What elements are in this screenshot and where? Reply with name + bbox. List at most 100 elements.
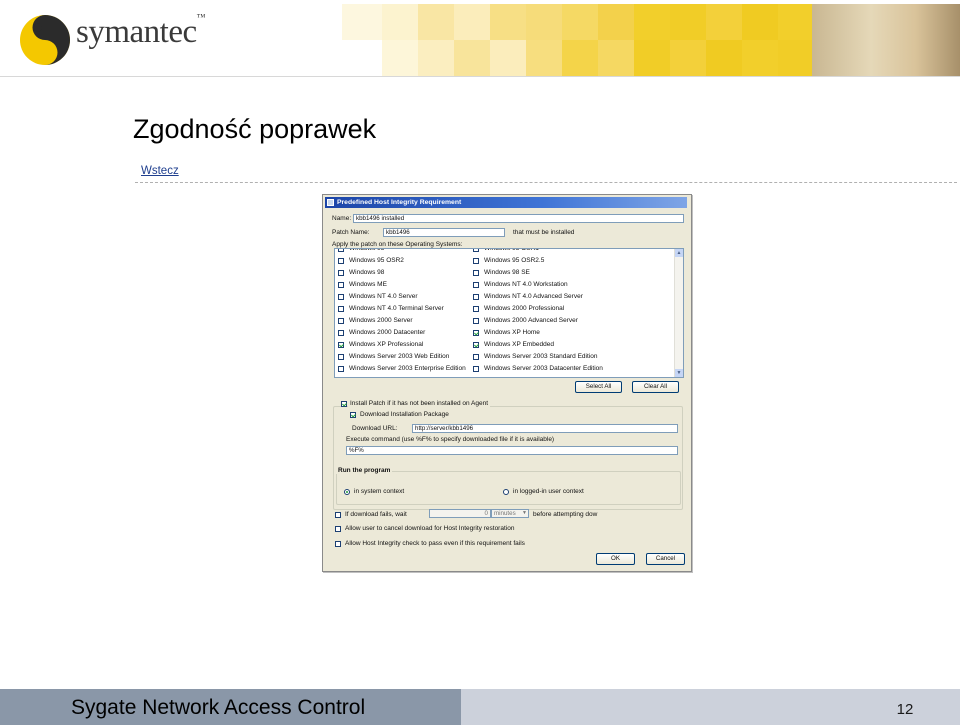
- user-context-radio[interactable]: [503, 489, 509, 495]
- os-checkbox[interactable]: [338, 342, 344, 348]
- run-program-label: Run the program: [336, 467, 393, 474]
- os-checkbox[interactable]: [338, 354, 344, 360]
- cancel-button[interactable]: Cancel: [646, 553, 685, 565]
- os-list-item[interactable]: Windows 2000 Datacenter: [338, 327, 466, 339]
- dashed-divider: [135, 182, 957, 183]
- os-label: Windows Server 2003 Standard Edition: [484, 353, 598, 360]
- ok-button[interactable]: OK: [596, 553, 635, 565]
- os-list-item[interactable]: Windows NT 4.0 Terminal Server: [338, 303, 466, 315]
- allow-pass-checkbox[interactable]: [335, 541, 341, 547]
- os-list-item[interactable]: Windows Server 2003 Standard Edition: [473, 351, 603, 363]
- slide-title: Zgodność poprawek: [133, 114, 377, 144]
- os-checkbox[interactable]: [338, 294, 344, 300]
- header-divider: [0, 76, 960, 77]
- os-checkbox[interactable]: [338, 318, 344, 324]
- os-list-item[interactable]: Windows ME: [338, 279, 466, 291]
- allow-pass-label: Allow Host Integrity check to pass even …: [345, 540, 525, 547]
- os-list-item[interactable]: Windows 2000 Server: [338, 315, 466, 327]
- os-label: Windows 95 OSR2: [349, 257, 404, 264]
- os-list: Windows 95 Windows 95 OSR2 Windows 98 Windo…: [334, 248, 684, 378]
- os-label: Windows 98 SE: [484, 269, 530, 276]
- allow-cancel-checkbox[interactable]: [335, 526, 341, 532]
- os-label: Windows NT 4.0 Advanced Server: [484, 293, 583, 300]
- os-checkbox[interactable]: [338, 270, 344, 276]
- back-link[interactable]: Wstecz: [141, 165, 179, 177]
- os-list-item[interactable]: Windows Server 2003 Enterprise Edition: [338, 363, 466, 375]
- patch-name-label: Patch Name:: [332, 229, 370, 236]
- patch-name-field[interactable]: kbb1496: [383, 228, 505, 237]
- execute-command-label: Execute command (use %F% to specify down…: [346, 436, 555, 443]
- os-list-item[interactable]: Windows XP Home: [473, 327, 603, 339]
- os-list-item[interactable]: Windows NT 4.0 Server: [338, 291, 466, 303]
- os-checkbox[interactable]: [338, 306, 344, 312]
- os-list-left-column: Windows 95 Windows 95 OSR2 Windows 98 Windo…: [338, 248, 466, 375]
- os-list-item[interactable]: Windows Server 2003 Web Edition: [338, 351, 466, 363]
- window-icon: [327, 199, 334, 206]
- os-list-item[interactable]: Windows 95 OSR1: [473, 248, 603, 255]
- page-number: 12: [896, 701, 914, 718]
- install-patch-checkbox[interactable]: [341, 401, 347, 407]
- os-label: Windows XP Professional: [349, 341, 424, 348]
- os-label: Windows Server 2003 Datacenter Edition: [484, 365, 603, 372]
- clear-all-button[interactable]: Clear All: [632, 381, 679, 393]
- before-attempting-label: before attempting dow: [533, 511, 598, 518]
- dropdown-arrow-icon: ▼: [522, 510, 527, 516]
- os-list-item[interactable]: Windows 2000 Professional: [473, 303, 603, 315]
- wait-value-field[interactable]: 0: [429, 509, 491, 518]
- os-checkbox[interactable]: [473, 282, 479, 288]
- os-label: Windows XP Home: [484, 329, 540, 336]
- os-list-item[interactable]: Windows XP Professional: [338, 339, 466, 351]
- name-field[interactable]: kbb1496 installed: [353, 214, 684, 223]
- header-bar: symantec™: [0, 0, 960, 78]
- os-list-item[interactable]: Windows NT 4.0 Workstation: [473, 279, 603, 291]
- os-checkbox[interactable]: [473, 330, 479, 336]
- os-label: Windows NT 4.0 Server: [349, 293, 418, 300]
- os-label: Windows 2000 Professional: [484, 305, 565, 312]
- os-checkbox[interactable]: [338, 330, 344, 336]
- execute-command-field[interactable]: %F%: [346, 446, 678, 455]
- person-photo: [812, 4, 960, 76]
- os-label: Windows NT 4.0 Workstation: [484, 281, 568, 288]
- os-list-item[interactable]: Windows 98 SE: [473, 267, 603, 279]
- download-fails-checkbox[interactable]: [335, 512, 341, 518]
- os-label: Windows 95 OSR1: [484, 248, 539, 252]
- os-checkbox[interactable]: [473, 354, 479, 360]
- os-checkbox[interactable]: [338, 249, 344, 252]
- os-checkbox[interactable]: [473, 294, 479, 300]
- os-list-item[interactable]: Windows XP Embedded: [473, 339, 603, 351]
- os-list-item[interactable]: Windows 2000 Advanced Server: [473, 315, 603, 327]
- system-context-radio[interactable]: [344, 489, 350, 495]
- os-checkbox[interactable]: [473, 342, 479, 348]
- os-label: Windows 95: [349, 248, 385, 252]
- os-list-item[interactable]: Windows NT 4.0 Advanced Server: [473, 291, 603, 303]
- os-list-item[interactable]: Windows Server 2003 Datacenter Edition: [473, 363, 603, 375]
- os-list-scrollbar[interactable]: ▲ ▼: [674, 249, 683, 377]
- os-checkbox[interactable]: [473, 270, 479, 276]
- os-checkbox[interactable]: [473, 366, 479, 372]
- os-list-right-column: Windows 95 OSR1 Windows 95 OSR2.5 Windows …: [473, 248, 603, 375]
- footer-title: Sygate Network Access Control: [71, 696, 366, 719]
- os-checkbox[interactable]: [473, 318, 479, 324]
- os-label: Windows 2000 Advanced Server: [484, 317, 578, 324]
- os-checkbox[interactable]: [473, 258, 479, 264]
- os-label: Windows Server 2003 Web Edition: [349, 353, 450, 360]
- os-checkbox[interactable]: [338, 258, 344, 264]
- os-checkbox[interactable]: [338, 282, 344, 288]
- wait-unit-select[interactable]: minutes ▼: [491, 509, 529, 518]
- select-all-button[interactable]: Select All: [575, 381, 622, 393]
- os-list-item[interactable]: Windows 95 OSR2.5: [473, 255, 603, 267]
- download-package-checkbox[interactable]: [350, 412, 356, 418]
- host-integrity-dialog: Predefined Host Integrity Requirement Na…: [322, 194, 692, 572]
- os-list-item[interactable]: Windows 98: [338, 267, 466, 279]
- allow-cancel-label: Allow user to cancel download for Host I…: [345, 525, 515, 532]
- download-url-field[interactable]: http://server/kbb1496: [412, 424, 678, 433]
- os-list-item[interactable]: Windows 95 OSR2: [338, 255, 466, 267]
- patch-suffix-label: that must be installed: [513, 229, 575, 236]
- os-checkbox[interactable]: [473, 249, 479, 252]
- os-checkbox[interactable]: [338, 366, 344, 372]
- scroll-down-icon[interactable]: ▼: [675, 369, 683, 377]
- os-list-item[interactable]: Windows 95: [338, 248, 466, 255]
- logo-wordmark: symantec™: [76, 12, 205, 50]
- scroll-up-icon[interactable]: ▲: [675, 249, 683, 257]
- os-checkbox[interactable]: [473, 306, 479, 312]
